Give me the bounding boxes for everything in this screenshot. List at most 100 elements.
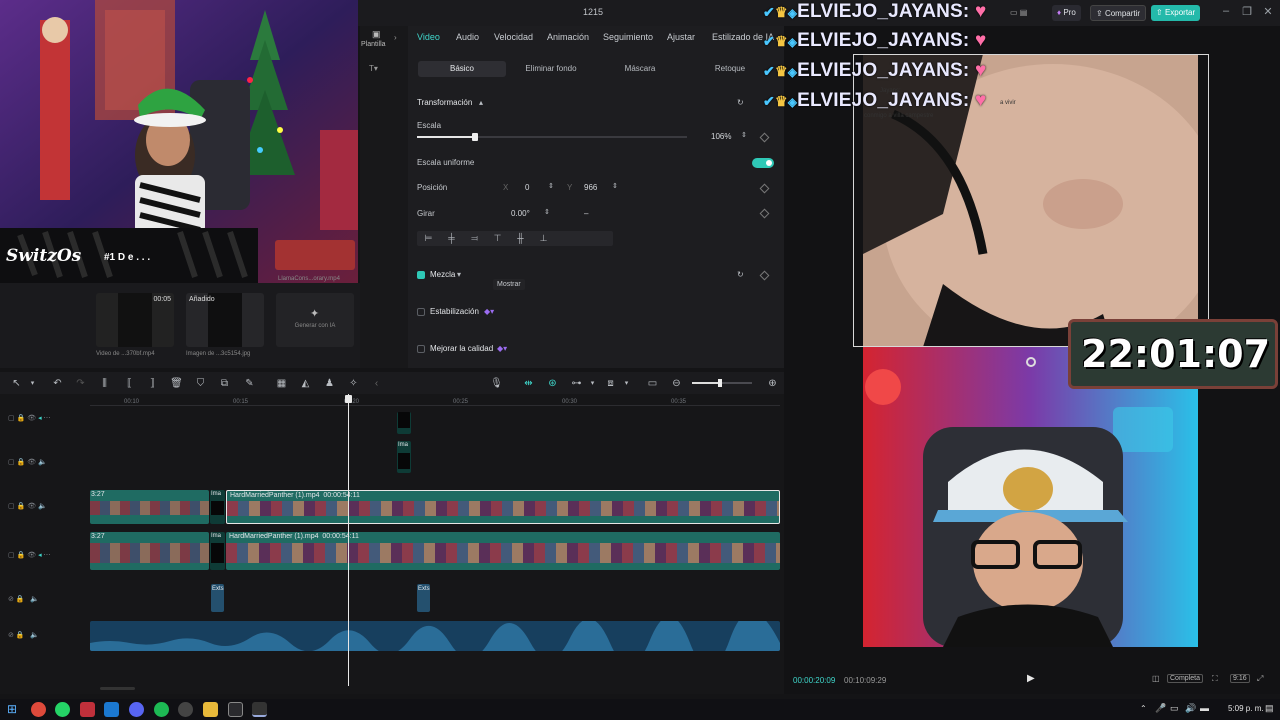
media-item-video[interactable]: 00:05: [96, 293, 174, 347]
freeze-icon[interactable]: ▦: [275, 377, 288, 390]
zoom-out-icon[interactable]: ⊖: [670, 377, 683, 390]
obs-icon[interactable]: [178, 702, 193, 717]
align-center-v-icon[interactable]: ╫: [515, 233, 526, 244]
magnet-icon[interactable]: ⊛: [546, 377, 559, 390]
app-window-icon[interactable]: [228, 702, 243, 717]
mic-icon[interactable]: 🎙: [490, 377, 503, 390]
uniform-scale-toggle[interactable]: [752, 158, 774, 168]
subtab-basic[interactable]: Básico: [418, 61, 506, 77]
zoom-in-icon[interactable]: ⊕: [766, 377, 779, 390]
chevron-right-icon[interactable]: ›: [394, 33, 397, 42]
video-clip[interactable]: HardMarriedPanther (1).mp4 00:00:54:11: [226, 532, 780, 570]
crop-icon[interactable]: ◫: [1152, 674, 1160, 683]
close-icon[interactable]: ✕: [1260, 5, 1276, 21]
fullscreen-icon[interactable]: ⤢: [1257, 674, 1263, 684]
pos-x-stepper-icon[interactable]: ⇕: [548, 182, 554, 190]
audio-clip[interactable]: [90, 621, 780, 651]
track-controls[interactable]: ⊘ 🔒 🔈: [8, 595, 88, 607]
video-clip[interactable]: 3:27: [90, 532, 209, 570]
position-keyframe-icon[interactable]: [759, 183, 770, 194]
discord-icon[interactable]: [129, 702, 144, 717]
video-clip-selected[interactable]: HardMarriedPanther (1).mp4 00:00:54:11: [226, 490, 780, 524]
rotate-stepper-icon[interactable]: ⇕: [544, 208, 550, 216]
tab-adjust[interactable]: Ajustar: [667, 32, 695, 42]
playhead[interactable]: [348, 394, 349, 686]
tab-animation[interactable]: Animación: [547, 32, 589, 42]
minimize-icon[interactable]: –: [1218, 5, 1234, 21]
network-icon[interactable]: ▭: [1170, 703, 1179, 714]
rotate-handle-icon[interactable]: [1026, 357, 1036, 367]
template-icon[interactable]: ▣: [372, 29, 381, 40]
tray-chevron-icon[interactable]: ⌃: [1140, 704, 1147, 713]
align-right-icon[interactable]: ⫤: [469, 233, 480, 244]
align-center-h-icon[interactable]: ╪: [446, 233, 457, 244]
aspect-ratio-button[interactable]: 9:16: [1230, 674, 1250, 683]
align-left-icon[interactable]: ⊨: [423, 233, 434, 244]
align-bottom-icon[interactable]: ⊥: [538, 233, 549, 244]
notification-icon[interactable]: ▤: [1265, 703, 1274, 714]
windows-start-icon[interactable]: ⊞: [7, 702, 17, 716]
scale-slider-handle[interactable]: [472, 133, 478, 141]
chrome-icon[interactable]: [31, 702, 46, 717]
enhance-checkbox[interactable]: [417, 345, 425, 353]
track-controls[interactable]: ▢ 🔒 👁 🔈: [8, 458, 88, 470]
select-tool-icon[interactable]: ↖: [10, 377, 23, 390]
enhance-label[interactable]: Mejorar la calidad: [430, 344, 493, 353]
link-chevron-icon[interactable]: ▾: [586, 377, 599, 390]
undo-icon[interactable]: ↶: [51, 377, 64, 390]
effect-clip[interactable]: Exts: [417, 584, 430, 612]
transform-header[interactable]: Transformación: [417, 98, 472, 107]
blend-keyframe-icon[interactable]: [759, 270, 770, 281]
preview-video-bottom[interactable]: [863, 347, 1198, 647]
mirror-icon[interactable]: ◭: [299, 377, 312, 390]
mark-icon[interactable]: ⛉: [194, 377, 207, 390]
media-item-image[interactable]: Añadido: [186, 293, 264, 347]
layout-icon[interactable]: ▭ ▤: [1005, 5, 1032, 21]
blend-checkbox[interactable]: [417, 271, 425, 279]
playhead-handle[interactable]: [345, 395, 352, 403]
image-clip[interactable]: Ima: [397, 441, 411, 473]
track-controls[interactable]: ▢ 🔒 👁 ◂ ⋯: [8, 551, 88, 563]
preview-axis-icon[interactable]: ⧈: [604, 377, 617, 390]
align-top-icon[interactable]: ⊤: [492, 233, 503, 244]
link-main-icon[interactable]: ⇹: [522, 377, 535, 390]
rotate-dash[interactable]: –: [584, 209, 588, 218]
export-button[interactable]: ⇧ Exportar: [1151, 5, 1201, 21]
person-icon[interactable]: ♟: [323, 377, 336, 390]
caption-icon[interactable]: ▭: [646, 377, 659, 390]
pos-x-input[interactable]: 0: [525, 183, 529, 192]
redo-icon[interactable]: ↷: [74, 377, 87, 390]
stepper-icon[interactable]: ⇕: [741, 131, 747, 139]
zoom-slider[interactable]: [692, 379, 752, 387]
taskbar-time[interactable]: 5:09 p. m.: [1228, 704, 1264, 713]
share-button[interactable]: ⇪ Compartir: [1090, 5, 1147, 21]
pos-y-input[interactable]: 966: [584, 183, 597, 192]
image-clip[interactable]: Ima: [210, 490, 225, 524]
quality-button[interactable]: Completa: [1167, 674, 1203, 683]
fit-icon[interactable]: ⛶: [1212, 674, 1218, 684]
tab-tracking[interactable]: Seguimiento: [603, 32, 653, 42]
template-label[interactable]: Plantilla: [361, 41, 386, 48]
horizontal-scrollbar[interactable]: [100, 687, 135, 690]
spotify-icon[interactable]: [154, 702, 169, 717]
track-controls[interactable]: ▢ 🔒 👁 ◂ ⋯: [8, 414, 88, 426]
capcut-taskbar-icon[interactable]: [252, 702, 267, 717]
collapse-icon[interactable]: ‹: [370, 377, 383, 390]
stabilization-checkbox[interactable]: [417, 308, 425, 316]
image-clip[interactable]: [397, 412, 411, 434]
restore-icon[interactable]: ❐: [1239, 5, 1255, 21]
app-red-icon[interactable]: [80, 702, 95, 717]
delete-icon[interactable]: 🗑: [170, 377, 183, 390]
video-clip[interactable]: 3:27: [90, 490, 209, 524]
link-icon[interactable]: ⊶: [570, 377, 583, 390]
split-icon[interactable]: ⫼: [98, 377, 111, 390]
tab-video[interactable]: Video: [417, 32, 440, 42]
mic-tray-icon[interactable]: 🎤: [1155, 703, 1166, 714]
reset-icon[interactable]: ↻: [737, 98, 744, 107]
subtab-mask[interactable]: Máscara: [596, 61, 684, 77]
select-chevron-icon[interactable]: ▾: [26, 377, 39, 390]
blend-label[interactable]: Mezcla: [430, 270, 455, 279]
image-clip[interactable]: Ima: [210, 532, 225, 570]
track-controls[interactable]: ⊘ 🔒 🔈: [8, 631, 88, 643]
tab-speed[interactable]: Velocidad: [494, 32, 533, 42]
